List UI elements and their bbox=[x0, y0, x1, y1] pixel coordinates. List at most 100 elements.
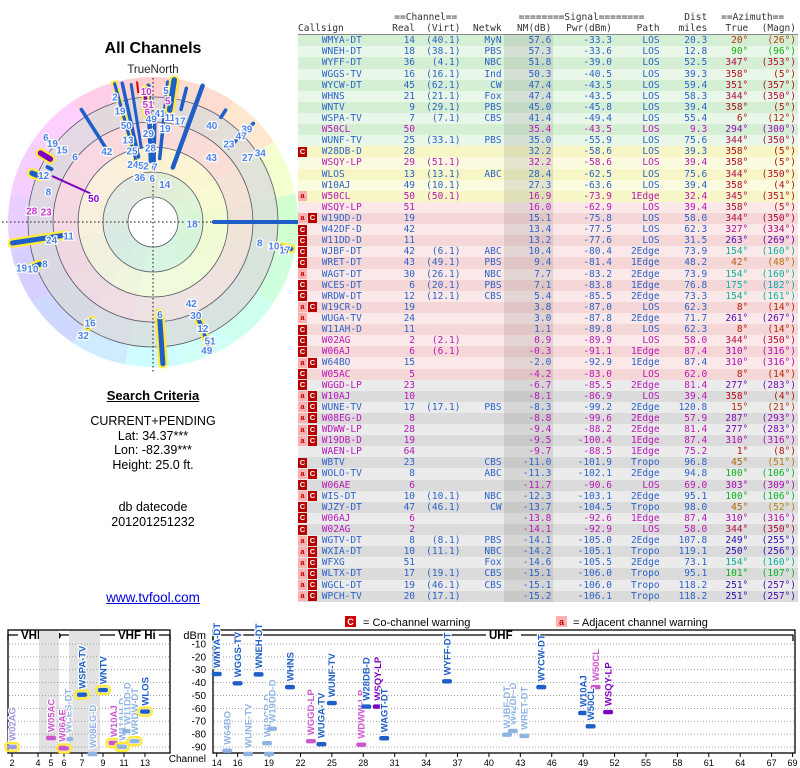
col-header-pwr: Pwr(dBm) bbox=[553, 23, 614, 36]
radar-channel-label: 50 bbox=[121, 121, 133, 132]
cell-azimuth-magnetic: (106°) bbox=[761, 490, 796, 502]
cell-real: 30 bbox=[403, 268, 416, 280]
cell-pwr: -58.6 bbox=[583, 157, 612, 169]
radar-channel-label: 12 bbox=[197, 324, 209, 335]
cell-azimuth-magnetic: (5°) bbox=[773, 146, 796, 158]
cell-pwr: -80.4 bbox=[583, 246, 612, 258]
cell-nm: -14.1 bbox=[503, 524, 554, 536]
cell-real: 51 bbox=[403, 201, 416, 213]
cell-real: 17 bbox=[403, 401, 416, 413]
cell-path: 2Edge bbox=[630, 268, 660, 280]
table-row: a C WOLO-TV 8 ABC -11.3 -102.1 2Edge 94.8 100° (10… bbox=[298, 468, 798, 480]
cell-pwr: -103.1 bbox=[577, 490, 612, 502]
cell-miles: 118.2 bbox=[678, 579, 708, 591]
cell-real: 50 bbox=[403, 190, 416, 202]
table-row: C WJZY-DT 47 (46.1) CW -13.7 -104.5 Tropo 98.0 45… bbox=[298, 501, 798, 513]
cell-netwk bbox=[462, 335, 503, 346]
cell-warnings: aC bbox=[298, 424, 322, 435]
cell-callsign: W64BO bbox=[321, 357, 351, 369]
cell-miles: 81.4 bbox=[684, 379, 708, 391]
station-marker bbox=[585, 724, 596, 729]
cell-callsign: WLOS bbox=[321, 168, 345, 180]
cell-azimuth-magnetic: (283°) bbox=[761, 379, 796, 391]
cell-pwr: -92.6 bbox=[583, 512, 612, 524]
cell-path: LOS bbox=[642, 79, 660, 91]
table-row: WAEN-LP 64 -9.7 -88.5 1Edge 75.2 1° (8°) bbox=[298, 446, 798, 458]
cell-callsign: W06AE bbox=[321, 479, 351, 491]
group-header-spacer bbox=[298, 12, 391, 23]
cell-pwr: -89.8 bbox=[583, 324, 612, 336]
cell-azimuth-magnetic: (160°) bbox=[761, 557, 796, 569]
co-channel-warning-badge: C bbox=[298, 480, 307, 491]
cell-netwk: Ind bbox=[484, 68, 502, 80]
cell-azimuth-magnetic: (353°) bbox=[761, 57, 796, 69]
cell-pwr: -89.9 bbox=[583, 335, 612, 347]
cell-pwr: -105.5 bbox=[577, 557, 612, 569]
cell-path: LOS bbox=[642, 212, 660, 224]
station-marker bbox=[267, 726, 278, 731]
cell-real: 2 bbox=[409, 524, 416, 536]
cell-warnings: aC bbox=[298, 302, 322, 313]
cell-azimuth-magnetic: (106°) bbox=[761, 468, 796, 480]
station-marker bbox=[211, 671, 222, 677]
radar-channel-label: 5 bbox=[163, 86, 169, 97]
cell-real: 19 bbox=[403, 579, 416, 591]
co-channel-warning-badge: C bbox=[298, 457, 307, 468]
x-axis-tick-label: 37 bbox=[453, 758, 463, 768]
cell-virt: (21.1) bbox=[426, 90, 461, 102]
cell-miles: 39.3 bbox=[684, 68, 708, 80]
table-row: a C WIS-DT 10 (10.1) NBC -12.3 -103.1 2Edge 95.1 1… bbox=[298, 490, 798, 502]
co-channel-warning-badge: C bbox=[298, 146, 307, 157]
cell-azimuth-magnetic: (269°) bbox=[761, 235, 796, 247]
table-row: a C W19DB-D 19 -9.5 -100.4 1Edge 87.4 310° (316°) bbox=[298, 435, 798, 447]
cell-azimuth-true: 358° bbox=[725, 157, 749, 169]
x-axis-tick-label: 25 bbox=[327, 758, 337, 768]
cell-netwk: CBS bbox=[484, 568, 502, 580]
cell-azimuth-true: 277° bbox=[725, 379, 749, 391]
cell-nm: 16.9 bbox=[503, 190, 554, 202]
cell-azimuth-true: 310° bbox=[725, 512, 749, 524]
cell-real: 28 bbox=[403, 424, 416, 436]
cell-nm: 41.4 bbox=[503, 112, 554, 125]
co-channel-warning-badge: C bbox=[308, 546, 317, 557]
table-row: WNEH-DT 18 (38.1) PBS 57.3 -33.6 LOS 12.8 90° (96… bbox=[298, 46, 798, 58]
cell-miles: 39.4 bbox=[684, 101, 708, 113]
cell-real: 51 bbox=[403, 557, 416, 569]
co-channel-warning-badge: C bbox=[308, 568, 317, 579]
table-row: C WRDW-DT 12 (12.1) CBS 5.4 -85.5 2Edge 73.3 154°… bbox=[298, 290, 798, 302]
co-channel-warning-badge: C bbox=[298, 246, 307, 257]
cell-azimuth-magnetic: (267°) bbox=[761, 312, 796, 324]
cell-pwr: -77.6 bbox=[583, 235, 612, 247]
cell-real: 12 bbox=[403, 290, 416, 302]
cell-netwk bbox=[462, 191, 503, 202]
cell-path: 2Edge bbox=[630, 557, 660, 569]
y-axis-tick-label: -20 bbox=[192, 652, 207, 663]
cell-nm: 51.8 bbox=[503, 57, 554, 69]
cell-virt: (6.1) bbox=[431, 346, 461, 358]
group-header-azimuth: ==Azimuth== bbox=[721, 12, 785, 23]
radar-channel-label: 15 bbox=[56, 146, 68, 157]
cell-azimuth-magnetic: (293°) bbox=[761, 412, 796, 424]
cell-callsign: W50CL bbox=[321, 124, 351, 136]
cell-nm: 9.4 bbox=[503, 257, 554, 269]
cell-miles: 107.8 bbox=[678, 535, 708, 547]
cell-real: 16 bbox=[403, 68, 416, 80]
cell-nm: 47.4 bbox=[503, 79, 554, 91]
band-label-vhf-hi: VHF Hi bbox=[118, 630, 156, 642]
channel-table: ==Channel== ========Signal======== Dist ==A… bbox=[298, 12, 798, 602]
cell-callsign: W19CR-D bbox=[321, 301, 362, 313]
cell-azimuth-magnetic: (5°) bbox=[773, 68, 796, 80]
radar-channel-label: 17 bbox=[174, 117, 186, 128]
station-label: WSPA-TV bbox=[77, 645, 88, 689]
tvfool-link[interactable]: www.tvfool.com bbox=[106, 590, 200, 605]
cell-pwr: -85.5 bbox=[583, 379, 612, 391]
table-row: C WJBF-DT 42 (6.1) ABC 10.4 -80.4 2Edge 73.9 154°… bbox=[298, 246, 798, 258]
cell-pwr: -102.1 bbox=[577, 468, 612, 480]
cell-path: Tropo bbox=[630, 501, 660, 513]
cell-warnings: C bbox=[298, 480, 322, 491]
station-label: WAGT-DT bbox=[380, 688, 391, 732]
cell-warnings: C bbox=[298, 257, 322, 268]
cell-virt bbox=[417, 435, 462, 446]
cell-nm: 45.0 bbox=[503, 101, 554, 113]
radar-channel-label: 25 bbox=[126, 147, 138, 158]
